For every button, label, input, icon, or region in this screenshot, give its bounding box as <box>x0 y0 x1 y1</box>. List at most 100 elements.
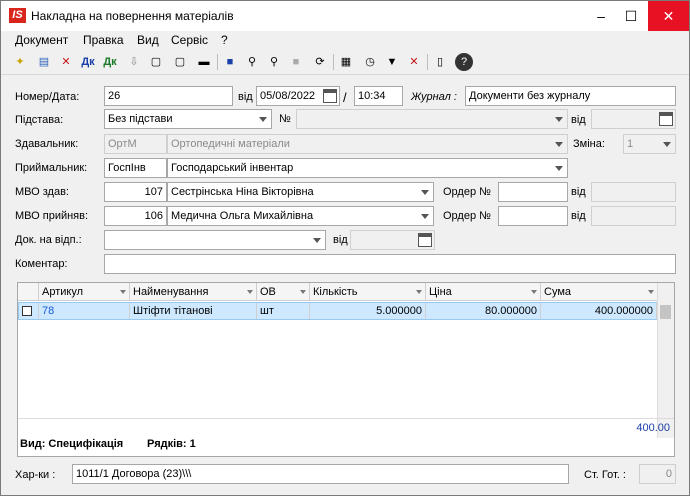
comment-input[interactable] <box>104 254 676 274</box>
new-doc-icon[interactable]: ✦ <box>11 53 29 71</box>
basis-date-input[interactable] <box>591 109 676 129</box>
doc-select[interactable] <box>104 230 326 250</box>
col-name[interactable]: Найменування <box>130 283 257 301</box>
col-price[interactable]: Ціна <box>426 283 541 301</box>
copy-icon[interactable]: ▢ <box>171 53 189 71</box>
col-sum[interactable]: Сума <box>541 283 658 301</box>
cell-unit: шт <box>257 303 310 319</box>
open-doc-icon[interactable]: ▤ <box>35 53 53 71</box>
help-icon[interactable]: ? <box>455 53 473 71</box>
mvo-to-name-select[interactable]: Медична Ольга Михайлівна <box>167 206 434 226</box>
table-status: Вид: Специфікація Рядків: 1 <box>18 438 674 456</box>
order2-date-input[interactable] <box>591 206 676 226</box>
col-article[interactable]: Артикул <box>39 283 130 301</box>
chevron-down-icon <box>555 142 563 147</box>
basis-value: Без підстави <box>108 113 173 125</box>
chevron-down-icon <box>421 190 429 195</box>
order1-input[interactable] <box>498 182 568 202</box>
cell-article: 78 <box>39 303 130 319</box>
chevron-down-icon <box>259 117 267 122</box>
close-button[interactable]: ✕ <box>648 1 689 31</box>
mvo-from-name-select[interactable]: Сестрінська Ніна Вікторівна <box>167 182 434 202</box>
clear-filter-icon[interactable]: ✕ <box>405 53 423 71</box>
filter-icon[interactable]: ▼ <box>383 53 401 71</box>
receiver-name-value: Господарський інвентар <box>171 162 294 174</box>
receiver-code-input[interactable]: ГоспІнв <box>104 158 167 178</box>
mvo-from-code-input[interactable]: 107 <box>104 182 167 202</box>
basis-no-select[interactable] <box>296 109 568 129</box>
cell-qty: 5.000000 <box>310 303 426 319</box>
vertical-scrollbar[interactable] <box>657 283 674 438</box>
doc-label: Док. на відп.: <box>15 234 82 246</box>
chevron-down-icon <box>313 238 321 243</box>
cell-sum: 400.000000 <box>541 303 657 319</box>
col-qty[interactable]: Кількість <box>310 283 426 301</box>
table-footer: 400.00 <box>18 418 674 437</box>
row-checkbox[interactable] <box>19 303 39 319</box>
cell-name: Штіфти тітанові <box>130 303 257 319</box>
journal-input[interactable]: Документи без журналу <box>465 86 676 106</box>
col-unit[interactable]: ОВ <box>257 283 310 301</box>
menu-help[interactable]: ? <box>221 33 228 47</box>
chars-input[interactable]: 1011/1 Договора (23)\\\ <box>72 464 569 484</box>
doc-date-input[interactable] <box>350 230 435 250</box>
menu-document[interactable]: Документ <box>15 33 68 47</box>
window-title: Накладна на повернення матеріалів <box>31 9 234 23</box>
scroll-thumb[interactable] <box>660 305 671 319</box>
mvo-to-code-input[interactable]: 106 <box>104 206 167 226</box>
refresh-icon[interactable]: ⟳ <box>311 53 329 71</box>
chevron-down-icon <box>663 142 671 147</box>
order2-input[interactable] <box>498 206 568 226</box>
menu-service[interactable]: Сервіс <box>171 33 208 47</box>
maximize-button[interactable]: ☐ <box>616 1 646 31</box>
date-from-label: від <box>238 91 253 103</box>
time-input[interactable]: 10:34 <box>354 86 403 106</box>
basis-label: Підстава: <box>15 114 64 126</box>
shift-value: 1 <box>627 138 634 150</box>
app-window: IS Накладна на повернення матеріалів – ☐… <box>0 0 690 496</box>
doc-from-label: від <box>333 234 348 246</box>
calendar-icon[interactable] <box>418 233 432 247</box>
basis-select[interactable]: Без підстави <box>104 109 272 129</box>
date-input[interactable]: 05/08/2022 <box>256 86 340 106</box>
basis-from-label: від <box>571 114 586 126</box>
mvo-to-name-value: Медична Ольга Михайлівна <box>171 210 314 222</box>
ready-input[interactable]: 0 <box>639 464 676 484</box>
order1-label: Ордер № <box>443 186 491 198</box>
sender-code-input[interactable]: ОртМ <box>104 134 167 154</box>
spec-table: Артикул Найменування ОВ Кількість Ціна С… <box>17 282 675 457</box>
export-icon[interactable]: ▢ <box>147 53 165 71</box>
toolbar-separator <box>333 54 334 70</box>
chevron-down-icon <box>555 117 563 122</box>
status-rows: Рядків: 1 <box>147 438 196 450</box>
comment-label: Коментар: <box>15 258 68 270</box>
receiver-name-select[interactable]: Господарський інвентар <box>167 158 568 178</box>
order1-from-label: від <box>571 186 586 198</box>
sender-name-select[interactable]: Ортопедичні матеріали <box>167 134 568 154</box>
debit-icon[interactable]: Дк <box>79 53 97 71</box>
order1-date-input[interactable] <box>591 182 676 202</box>
menu-view[interactable]: Вид <box>137 33 159 47</box>
date-value: 05/08/2022 <box>260 90 316 102</box>
minimize-button[interactable]: – <box>586 1 616 31</box>
credit-icon[interactable]: Дк <box>101 53 119 71</box>
menu-edit[interactable]: Правка <box>83 33 124 47</box>
properties-icon[interactable]: ▯ <box>431 53 449 71</box>
delete-doc-icon[interactable]: ✕ <box>57 53 75 71</box>
find-icon[interactable]: ⚲ <box>243 53 261 71</box>
table-row[interactable]: 78 Штіфти тітанові шт 5.000000 80.000000… <box>18 302 658 320</box>
order2-from-label: від <box>571 210 586 222</box>
app-logo: IS <box>9 8 26 23</box>
toolbar-separator <box>427 54 428 70</box>
edit-icon[interactable]: ■ <box>287 53 305 71</box>
save-icon[interactable]: ■ <box>221 53 239 71</box>
import-icon[interactable]: ⇩ <box>125 53 143 71</box>
list-icon[interactable]: ▦ <box>337 53 355 71</box>
number-input[interactable]: 26 <box>104 86 233 106</box>
calendar-icon[interactable] <box>659 112 673 126</box>
history-icon[interactable]: ◷ <box>361 53 379 71</box>
print-icon[interactable]: ▬ <box>195 53 213 71</box>
shift-select[interactable]: 1 <box>623 134 676 154</box>
find-next-icon[interactable]: ⚲ <box>265 53 283 71</box>
calendar-icon[interactable] <box>323 89 337 103</box>
